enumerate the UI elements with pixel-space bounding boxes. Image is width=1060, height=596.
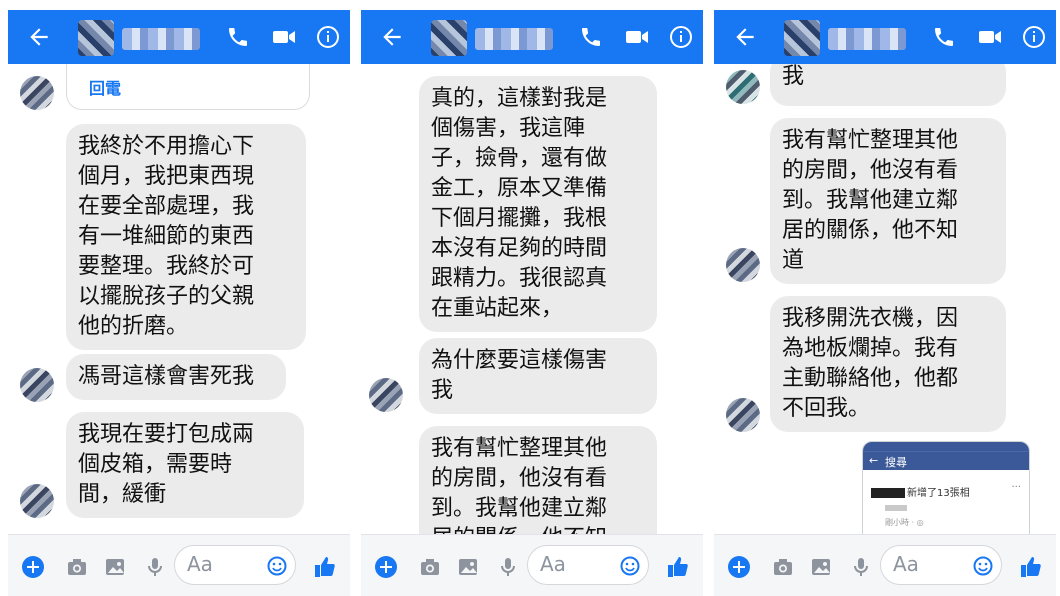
- message-input[interactable]: Aa: [880, 545, 1002, 585]
- info-icon[interactable]: [1022, 25, 1046, 49]
- message-bubble: 我有幫忙整理其他 的房間，他沒有看 到。我幫他建立鄰 居的關係，他不知 道: [770, 118, 1006, 284]
- sender-avatar[interactable]: [726, 398, 760, 432]
- back-arrow-icon: ←: [869, 454, 879, 467]
- more-icon: ···: [1011, 482, 1021, 493]
- call-back-label: 回電: [89, 79, 122, 98]
- info-icon[interactable]: [316, 25, 340, 49]
- redacted-name: [871, 488, 905, 498]
- shared-screenshot-image[interactable]: ← 搜尋 新增了13張相 ··· 剛小時 · ◎: [862, 441, 1030, 534]
- message-composer: Aa: [8, 534, 350, 596]
- more-actions-icon[interactable]: [22, 556, 44, 578]
- emoji-icon[interactable]: [973, 556, 993, 576]
- sender-avatar[interactable]: [726, 248, 760, 282]
- message-bubble: 馮哥這樣會害死我: [66, 354, 286, 400]
- sender-avatar[interactable]: [20, 484, 54, 518]
- thumbs-up-icon[interactable]: [667, 556, 689, 578]
- gallery-icon[interactable]: [457, 557, 479, 577]
- more-actions-icon[interactable]: [728, 556, 750, 578]
- contact-name-blurred[interactable]: [122, 28, 200, 50]
- message-bubble: 為什麼要這樣傷害 我: [419, 338, 657, 414]
- search-bar: ← 搜尋: [863, 451, 1029, 470]
- emoji-icon[interactable]: [620, 556, 640, 576]
- search-label: 搜尋: [885, 456, 907, 469]
- phone-call-icon[interactable]: [932, 25, 956, 49]
- back-arrow-icon[interactable]: [379, 24, 405, 50]
- back-arrow-icon[interactable]: [26, 24, 52, 50]
- message-list[interactable]: 回電 我終於不用擔心下 個月，我把東西現 在要全部處理，我 有一堆細節的東西 要…: [8, 64, 350, 534]
- more-actions-icon[interactable]: [375, 556, 397, 578]
- chat-header: [361, 10, 703, 64]
- message-composer: Aa: [714, 534, 1056, 596]
- post-time: 剛小時 · ◎: [885, 518, 924, 527]
- message-bubble: 我終於不用擔心下 個月，我把東西現 在要全部處理，我 有一堆細節的東西 要整理。…: [66, 124, 306, 350]
- microphone-icon[interactable]: [497, 557, 519, 577]
- message-bubble: 我有幫忙整理其他 的房間，他沒有看 到。我幫他建立鄰 居的關係，他不知: [419, 426, 657, 534]
- message-input[interactable]: Aa: [174, 545, 296, 585]
- info-icon[interactable]: [669, 25, 693, 49]
- message-list[interactable]: 我 我有幫忙整理其他 的房間，他沒有看 到。我幫他建立鄰 居的關係，他不知 道 …: [714, 64, 1056, 534]
- message-input-placeholder: Aa: [540, 552, 566, 576]
- gallery-icon[interactable]: [810, 557, 832, 577]
- thumbs-up-icon[interactable]: [1020, 556, 1042, 578]
- back-arrow-icon[interactable]: [732, 24, 758, 50]
- message-bubble: 真的，這樣對我是 個傷害，我這陣 子，撿骨，還有做 金工，原本又準備 下個月擺攤…: [419, 76, 657, 332]
- contact-name-blurred[interactable]: [475, 28, 553, 50]
- phone-status-bar: [863, 442, 1029, 451]
- chat-panel-1: 回電 我終於不用擔心下 個月，我把東西現 在要全部處理，我 有一堆細節的東西 要…: [8, 0, 350, 596]
- message-list[interactable]: 真的，這樣對我是 個傷害，我這陣 子，撿骨，還有做 金工，原本又準備 下個月擺攤…: [361, 64, 703, 534]
- sender-avatar[interactable]: [20, 76, 54, 110]
- phone-call-icon[interactable]: [226, 25, 250, 49]
- contact-avatar-blurred[interactable]: [784, 20, 820, 56]
- contact-name-blurred[interactable]: [828, 28, 906, 50]
- chat-panel-2: 真的，這樣對我是 個傷害，我這陣 子，撿骨，還有做 金工，原本又準備 下個月擺攤…: [361, 0, 703, 596]
- sender-avatar[interactable]: [20, 368, 54, 402]
- message-composer: Aa: [361, 534, 703, 596]
- message-bubble: 我: [770, 64, 1006, 106]
- message-input[interactable]: Aa: [527, 545, 649, 585]
- gallery-icon[interactable]: [104, 557, 126, 577]
- chat-header: [714, 10, 1056, 64]
- notification-row: 新增了13張相: [871, 484, 970, 499]
- microphone-icon[interactable]: [144, 557, 166, 577]
- call-back-button[interactable]: 回電: [66, 64, 310, 110]
- sender-avatar[interactable]: [369, 378, 403, 412]
- phone-call-icon[interactable]: [579, 25, 603, 49]
- message-bubble: 我移開洗衣機，因 為地板爛掉。我有 主動聯絡他，他都 不回我。: [770, 296, 1006, 432]
- video-call-icon[interactable]: [271, 25, 297, 49]
- microphone-icon[interactable]: [850, 557, 872, 577]
- redacted-subtext: [885, 505, 907, 511]
- emoji-icon[interactable]: [267, 556, 287, 576]
- notification-text: 新增了13張相: [907, 488, 970, 499]
- chat-header: [8, 10, 350, 64]
- camera-icon[interactable]: [66, 557, 88, 577]
- camera-icon[interactable]: [772, 557, 794, 577]
- contact-avatar-blurred[interactable]: [431, 20, 467, 56]
- video-call-icon[interactable]: [977, 25, 1003, 49]
- camera-icon[interactable]: [419, 557, 441, 577]
- video-call-icon[interactable]: [624, 25, 650, 49]
- thumbs-up-icon[interactable]: [314, 556, 336, 578]
- chat-panel-3: 我 我有幫忙整理其他 的房間，他沒有看 到。我幫他建立鄰 居的關係，他不知 道 …: [714, 0, 1056, 596]
- message-input-placeholder: Aa: [187, 552, 213, 576]
- contact-avatar-blurred[interactable]: [78, 20, 114, 56]
- sender-avatar[interactable]: [726, 70, 760, 104]
- message-input-placeholder: Aa: [893, 552, 919, 576]
- message-bubble: 我現在要打包成兩 個皮箱，需要時 間，緩衝: [66, 412, 304, 518]
